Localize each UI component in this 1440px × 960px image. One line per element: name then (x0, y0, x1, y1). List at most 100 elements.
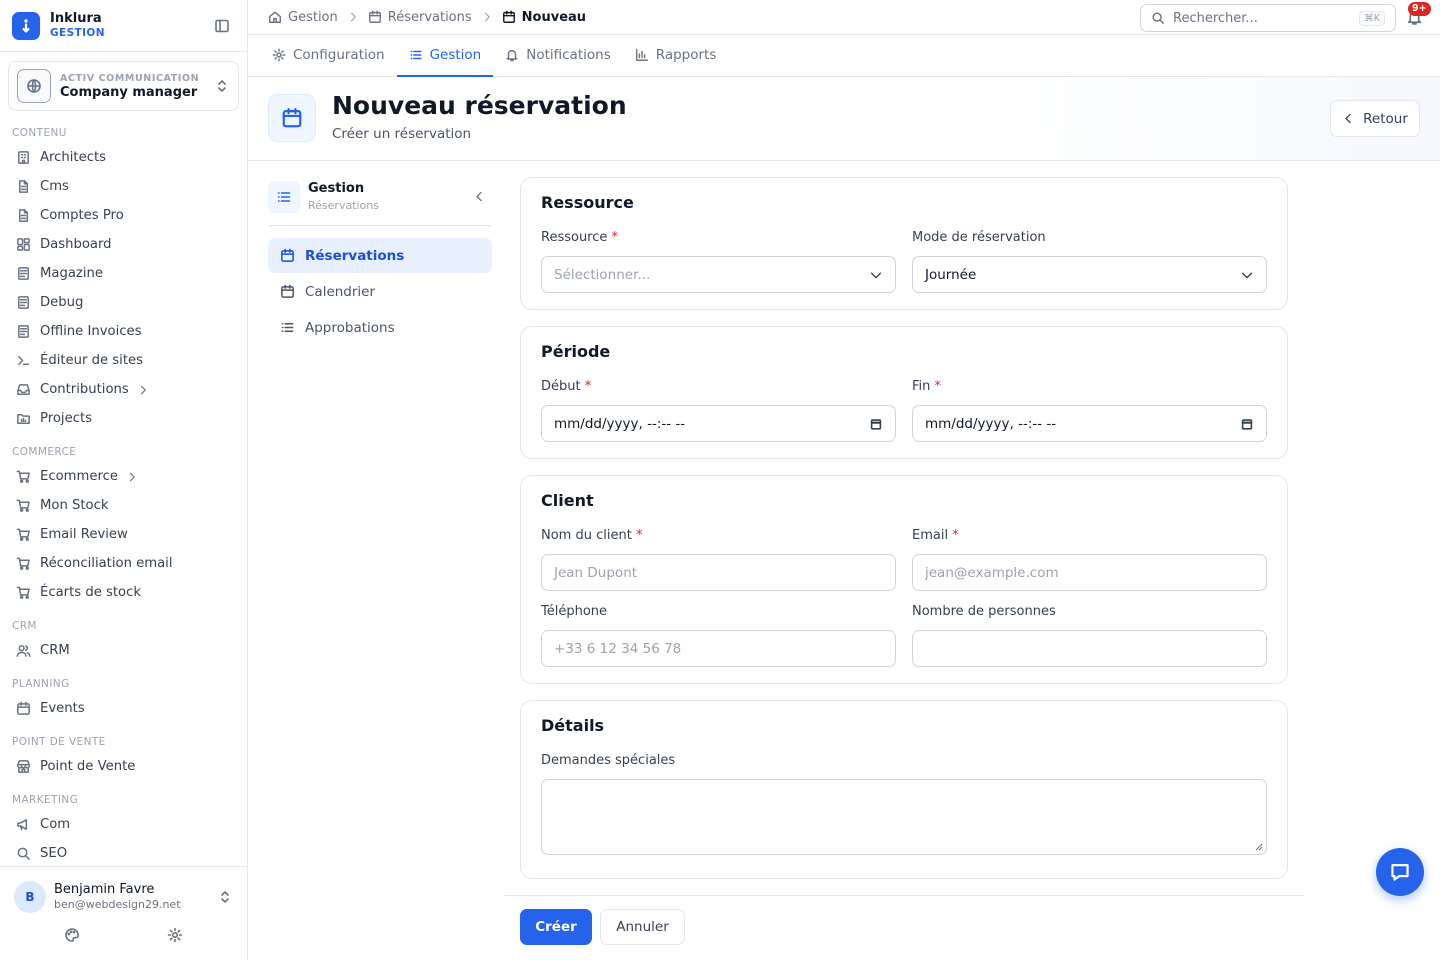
chevron-left-icon[interactable] (473, 190, 486, 203)
user-switcher[interactable]: B Benjamin Favre ben@webdesign29.net (0, 867, 247, 913)
cart-icon (16, 470, 30, 483)
calendar-icon[interactable] (1240, 417, 1254, 431)
nav-item-label: Ecommerce (40, 469, 118, 484)
field-label: Ressource * (541, 230, 619, 245)
ressource-select[interactable]: Sélectionner... (541, 256, 896, 293)
calendar-icon (368, 10, 381, 23)
create-button[interactable]: Créer (520, 909, 592, 945)
nav-section-contenu: CONTENU (12, 127, 67, 139)
card-client: Client Nom du client * Jean Dupont Email… (520, 475, 1288, 684)
debut-datetime-input[interactable]: mm/dd/yyyy, --:-- -- (541, 405, 896, 442)
nav-item-label: Offline Invoices (40, 324, 142, 339)
nav-item-label: Architects (40, 150, 107, 165)
nav-item-cms[interactable]: Cms (0, 172, 247, 201)
subnav-item-label: Approbations (305, 319, 395, 336)
sidebar-toggle-icon[interactable] (209, 13, 235, 39)
breadcrumb-label: Gestion (288, 9, 338, 25)
mode-select[interactable]: Journée (912, 256, 1267, 293)
nav-item-label: Email Review (40, 527, 128, 542)
tab-rapports[interactable]: Rapports (623, 35, 729, 77)
nav-item-events[interactable]: Events (0, 694, 247, 723)
resize-handle-icon[interactable] (1255, 843, 1263, 851)
nav-item-label: CRM (40, 643, 70, 658)
field-demandes: Demandes spéciales (541, 753, 1267, 855)
select-placeholder: Sélectionner... (554, 266, 651, 283)
nav-item-seo[interactable]: SEO (0, 839, 247, 866)
nav-item-dashboard[interactable]: Dashboard (0, 230, 247, 259)
nav-item-debug[interactable]: Debug (0, 288, 247, 317)
newspaper-icon (18, 267, 29, 280)
subnav-item-approbations[interactable]: Approbations (268, 310, 492, 345)
required-mark: * (934, 379, 942, 394)
guests-count-field[interactable] (912, 630, 1267, 667)
nav-item-ecommerce[interactable]: Ecommerce (0, 462, 247, 491)
cancel-button[interactable]: Annuler (600, 909, 685, 945)
card-details: Détails Demandes spéciales (520, 700, 1288, 879)
subnav-item-reservations[interactable]: Réservations (268, 238, 492, 273)
tab-gestion[interactable]: Gestion (396, 35, 494, 77)
nav-item-mon-stock[interactable]: Mon Stock (0, 491, 247, 520)
card-title: Détails (541, 716, 605, 735)
chat-button[interactable] (1376, 848, 1424, 896)
search-shortcut: ⌘K (1359, 10, 1385, 26)
brand-subtitle: GESTION (50, 26, 105, 39)
nav-item-contributions[interactable]: Contributions (0, 375, 247, 404)
email-field[interactable]: jean@example.com (912, 554, 1267, 591)
fin-datetime-input[interactable]: mm/dd/yyyy, --:-- -- (912, 405, 1267, 442)
field-nom-client: Nom du client * Jean Dupont (541, 528, 896, 591)
gear-icon[interactable] (167, 927, 183, 943)
nav-item-label: Point de Vente (40, 759, 136, 774)
nav-item-label: Comptes Pro (40, 208, 124, 223)
nav-item-offline-invoices[interactable]: Offline Invoices (0, 317, 247, 346)
bar-chart-icon (635, 49, 648, 61)
nav-item-crm[interactable]: CRM (0, 636, 247, 665)
chat-icon (1391, 864, 1409, 881)
nav-item-point-de-vente[interactable]: Point de Vente (0, 752, 247, 781)
nav-item-email-review[interactable]: Email Review (0, 520, 247, 549)
nav-item-reconciliation[interactable]: Réconciliation email (0, 549, 247, 578)
palette-icon[interactable] (64, 927, 80, 943)
nav-item-projects[interactable]: Projects (0, 404, 247, 433)
nav-item-editeur-sites[interactable]: Éditeur de sites (0, 346, 247, 375)
back-button[interactable]: Retour (1330, 100, 1420, 137)
search-input[interactable]: Rechercher... ⌘K (1140, 4, 1396, 32)
nav-item-architects[interactable]: Architects (0, 143, 247, 172)
input-placeholder: jean@example.com (925, 564, 1059, 581)
module-tabs: Configuration Gestion Notifications Rapp… (248, 35, 1440, 77)
search-placeholder: Rechercher... (1173, 10, 1258, 26)
select-value: Journée (925, 266, 977, 283)
client-name-field[interactable]: Jean Dupont (541, 554, 896, 591)
breadcrumb-reservations[interactable]: Réservations (368, 10, 472, 25)
store-icon (17, 760, 30, 773)
nav-item-magazine[interactable]: Magazine (0, 259, 247, 288)
terminal-icon (18, 356, 29, 365)
phone-field[interactable]: +33 6 12 34 56 78 (541, 630, 896, 667)
required-mark: * (952, 528, 959, 543)
nav-item-label: Debug (40, 295, 84, 310)
brand-logo-icon[interactable] (12, 11, 40, 40)
breadcrumb-home[interactable]: Gestion (268, 10, 338, 25)
page-header: Nouveau réservation Créer un réservation… (248, 77, 1440, 161)
nav-item-ecarts[interactable]: Écarts de stock (0, 578, 247, 607)
nav-section-crm: CRM (12, 620, 37, 632)
chevron-up-down-icon (214, 78, 230, 94)
tab-configuration[interactable]: Configuration (260, 35, 397, 77)
field-label: Demandes spéciales (541, 753, 676, 768)
nav-item-label: Cms (40, 179, 69, 194)
nav-item-label: Magazine (40, 266, 103, 281)
org-switcher[interactable]: ACTIV COMMUNICATION Company manager (8, 61, 239, 111)
field-label: Téléphone (541, 604, 608, 619)
breadcrumb-label: Réservations (387, 9, 472, 25)
nav-item-comptes-pro[interactable]: Comptes Pro (0, 201, 247, 230)
globe-icon (17, 69, 51, 103)
nav-item-com[interactable]: Com (0, 810, 247, 839)
calendar-icon[interactable] (869, 417, 883, 431)
nav-item-label: Events (40, 701, 85, 716)
required-mark: * (611, 230, 619, 245)
nav-item-label: Écarts de stock (40, 585, 141, 600)
field-telephone: Téléphone +33 6 12 34 56 78 (541, 604, 896, 667)
special-requests-textarea[interactable] (541, 779, 1267, 855)
subnav-item-calendrier[interactable]: Calendrier (268, 274, 492, 309)
tab-notifications[interactable]: Notifications (493, 35, 623, 77)
brand-name: Inklura (50, 10, 102, 26)
